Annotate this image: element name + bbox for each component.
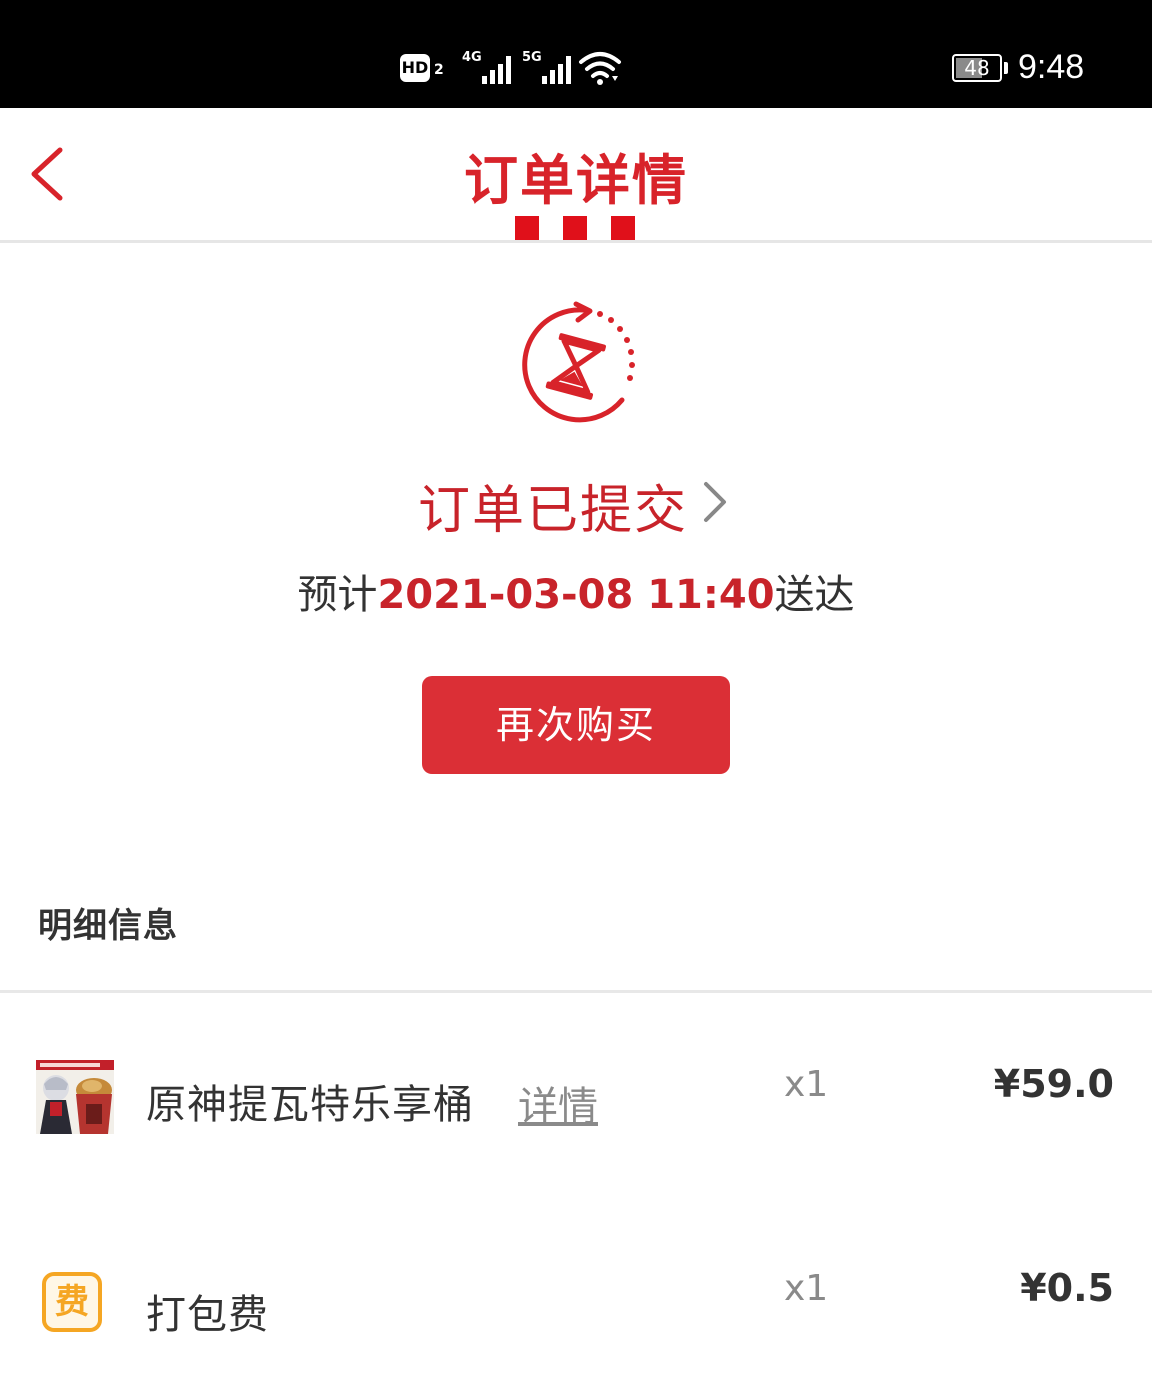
wifi-icon (579, 52, 621, 85)
rebuy-button[interactable]: 再次购买 (422, 676, 730, 774)
page-title: 订单详情 (464, 149, 688, 212)
signal-5g-icon: 5G (522, 50, 574, 84)
item-price: ¥59.0 (993, 1062, 1114, 1106)
list-item[interactable]: 费 打包费 x1 ¥0.5 (0, 1260, 1152, 1360)
status-bar: HD 2 4G 5G 48 9:48 (0, 0, 1152, 108)
title-decoration (515, 216, 635, 240)
eta-suffix: 送达 (774, 572, 855, 618)
order-status-title[interactable]: 订单已提交 (418, 468, 688, 543)
item-name: 原神提瓦特乐享桶 (146, 1082, 474, 1128)
eta-time: 2021-03-08 11:40 (377, 572, 775, 618)
battery-tip (1004, 62, 1008, 74)
clock: 9:48 (1018, 48, 1085, 86)
hourglass-refresh-icon (522, 301, 635, 423)
divider (0, 990, 1152, 993)
item-name: 打包费 (146, 1292, 269, 1338)
chevron-right-icon[interactable] (700, 478, 732, 526)
eta-prefix: 预计 (297, 572, 378, 618)
list-item[interactable]: 原神提瓦特乐享桶 详情 x1 ¥59.0 (0, 1050, 1152, 1150)
item-price: ¥0.5 (1020, 1266, 1114, 1310)
battery-level: 48 (964, 56, 990, 80)
item-qty: x1 (784, 1064, 829, 1105)
item-detail-link[interactable]: 详情 (518, 1074, 598, 1132)
signal-4g-icon: 4G (462, 50, 514, 84)
hd-sub-label: 2 (434, 62, 444, 78)
fee-icon: 费 (42, 1272, 102, 1332)
section-title-details: 明细信息 (38, 906, 178, 946)
battery-icon: 48 (952, 54, 1002, 82)
eta-line: 预计2021-03-08 11:40送达 (0, 562, 1152, 620)
hd-icon: HD (400, 54, 430, 82)
page-header: 订单详情 (0, 108, 1152, 243)
product-bucket-image (36, 1060, 114, 1134)
item-qty: x1 (784, 1268, 829, 1309)
